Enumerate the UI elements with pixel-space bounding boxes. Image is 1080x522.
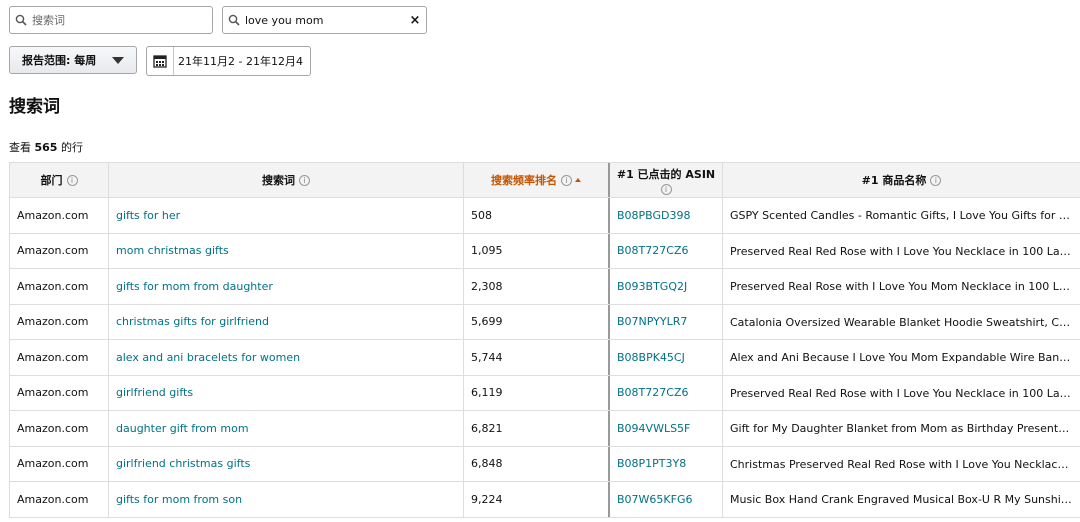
info-icon[interactable]: i (66, 174, 78, 186)
table-row: Amazon.com mom christmas gifts 1,095 B08T72… (9, 233, 1080, 269)
cell-search-term-link[interactable]: alex and ani bracelets for women (108, 340, 463, 375)
table-row: Amazon.com alex and ani bracelets for wom… (9, 340, 1080, 376)
cell-asin-link[interactable]: B08T727CZ6 (608, 233, 722, 268)
cell-department: Amazon.com (9, 375, 108, 410)
cell-product-name: Christmas Preserved Real Red Rose with I… (722, 446, 1080, 481)
search-terms-table: 部门 i 搜索词 i 搜索频率排名 i #1 已点击的 ASIN i #1 商品… (9, 162, 1080, 518)
cell-product-name: Gift for My Daughter Blanket from Mom as… (722, 411, 1080, 446)
cell-department: Amazon.com (9, 446, 108, 481)
cell-search-term-link[interactable]: christmas gifts for girlfriend (108, 304, 463, 339)
cell-search-term-link[interactable]: gifts for mom from daughter (108, 269, 463, 304)
row-count-prefix: 查看 (9, 141, 31, 154)
cell-rank: 6,848 (463, 446, 608, 481)
row-count-suffix: 的行 (60, 141, 83, 154)
info-icon[interactable]: i (299, 174, 310, 186)
table-row: Amazon.com gifts for her 508 B08PBGD398 GSPY… (9, 198, 1080, 234)
cell-asin-link[interactable]: B07NPYYLR7 (608, 304, 722, 339)
date-range-picker[interactable]: 21年11月2 - 21年12月4 (146, 46, 311, 76)
cell-department: Amazon.com (9, 233, 108, 268)
cell-rank: 2,308 (463, 269, 608, 304)
cell-product-name: Music Box Hand Crank Engraved Musical Bo… (722, 482, 1080, 517)
cell-asin-link[interactable]: B093BTGQ2J (608, 269, 722, 304)
cell-rank: 9,224 (463, 482, 608, 517)
cell-asin-link[interactable]: B07W65KFG6 (608, 482, 722, 517)
cell-department: Amazon.com (9, 304, 108, 339)
filter-search-value: love you mom (245, 13, 324, 27)
header-top-clicked-asin[interactable]: #1 已点击的 ASIN i (608, 163, 722, 197)
table-row: Amazon.com christmas gifts for girlfriend… (9, 304, 1080, 340)
caret-down-icon (112, 56, 124, 64)
date-range-text: 21年11月2 - 21年12月4 (178, 55, 303, 68)
table-row: Amazon.com girlfriend christmas gifts 6,84… (9, 446, 1080, 482)
header-label: 搜索词 (262, 174, 295, 187)
cell-search-term-link[interactable]: girlfriend gifts (108, 375, 463, 410)
cell-product-name: Preserved Real Red Rose with I Love You … (722, 233, 1080, 268)
cell-rank: 1,095 (463, 233, 608, 268)
search-icon (10, 14, 32, 26)
cell-asin-link[interactable]: B08P1PT3Y8 (608, 446, 722, 481)
cell-asin-link[interactable]: B08BPK45CJ (608, 340, 722, 375)
cell-product-name: GSPY Scented Candles - Romantic Gifts, I… (722, 198, 1080, 233)
cell-asin-link[interactable]: B094VWLS5F (608, 411, 722, 446)
info-icon[interactable]: i (930, 174, 942, 186)
cell-product-name: Alex and Ani Because I Love You Mom Expa… (722, 340, 1080, 375)
cell-department: Amazon.com (9, 269, 108, 304)
header-label: #1 商品名称 (861, 174, 927, 187)
report-range-label: 报告范围: 每周 (22, 54, 97, 67)
cell-search-term-link[interactable]: mom christmas gifts (108, 233, 463, 268)
cell-department: Amazon.com (9, 198, 108, 233)
cell-rank: 5,699 (463, 304, 608, 339)
info-icon[interactable]: i (660, 183, 672, 195)
table-row: Amazon.com gifts for mom from daughter 2,3… (9, 269, 1080, 305)
table-row: Amazon.com girlfriend gifts 6,119 B08T727CZ… (9, 375, 1080, 411)
cell-asin-link[interactable]: B08T727CZ6 (608, 375, 722, 410)
keyword-search-placeholder: 搜索词 (32, 14, 65, 27)
cell-search-term-link[interactable]: gifts for her (108, 198, 463, 233)
table-body: Amazon.com gifts for her 508 B08PBGD398 GSPY… (9, 198, 1080, 518)
cell-product-name: Preserved Real Red Rose with I Love You … (722, 375, 1080, 410)
header-label: #1 已点击的 ASIN (616, 167, 716, 181)
header-label: 部门 (40, 174, 63, 187)
cell-rank: 508 (463, 198, 608, 233)
report-range-dropdown[interactable]: 报告范围: 每周 (9, 46, 137, 74)
sort-asc-icon (575, 178, 581, 182)
row-count-number: 565 (34, 141, 58, 154)
header-department[interactable]: 部门 i (9, 163, 108, 197)
cell-department: Amazon.com (9, 411, 108, 446)
table-header: 部门 i 搜索词 i 搜索频率排名 i #1 已点击的 ASIN i #1 商品… (9, 162, 1080, 198)
cell-product-name: Catalonia Oversized Wearable Blanket Hoo… (722, 304, 1080, 339)
calendar-icon[interactable] (147, 47, 174, 75)
cell-department: Amazon.com (9, 482, 108, 517)
header-search-frequency-rank[interactable]: 搜索频率排名 i (463, 163, 608, 197)
page-title: 搜索词 (9, 97, 60, 117)
header-label: 搜索频率排名 (491, 174, 557, 187)
row-count: 查看 565 的行 (9, 139, 83, 155)
cell-search-term-link[interactable]: daughter gift from mom (108, 411, 463, 446)
cell-rank: 5,744 (463, 340, 608, 375)
keyword-search-input[interactable]: 搜索词 (9, 6, 213, 34)
header-top-product-name[interactable]: #1 商品名称 i (722, 163, 1080, 197)
info-icon[interactable]: i (561, 174, 572, 186)
header-search-term[interactable]: 搜索词 i (108, 163, 463, 197)
cell-search-term-link[interactable]: girlfriend christmas gifts (108, 446, 463, 481)
table-row: Amazon.com gifts for mom from son 9,224 B07… (9, 482, 1080, 518)
table-row: Amazon.com daughter gift from mom 6,821 B09… (9, 411, 1080, 447)
clear-icon[interactable]: × (404, 13, 426, 28)
cell-department: Amazon.com (9, 340, 108, 375)
cell-rank: 6,119 (463, 375, 608, 410)
filter-search-input[interactable]: love you mom × (222, 6, 427, 34)
cell-search-term-link[interactable]: gifts for mom from son (108, 482, 463, 517)
cell-rank: 6,821 (463, 411, 608, 446)
cell-product-name: Preserved Real Rose with I Love You Mom … (722, 269, 1080, 304)
cell-asin-link[interactable]: B08PBGD398 (608, 198, 722, 233)
search-icon (223, 14, 245, 26)
